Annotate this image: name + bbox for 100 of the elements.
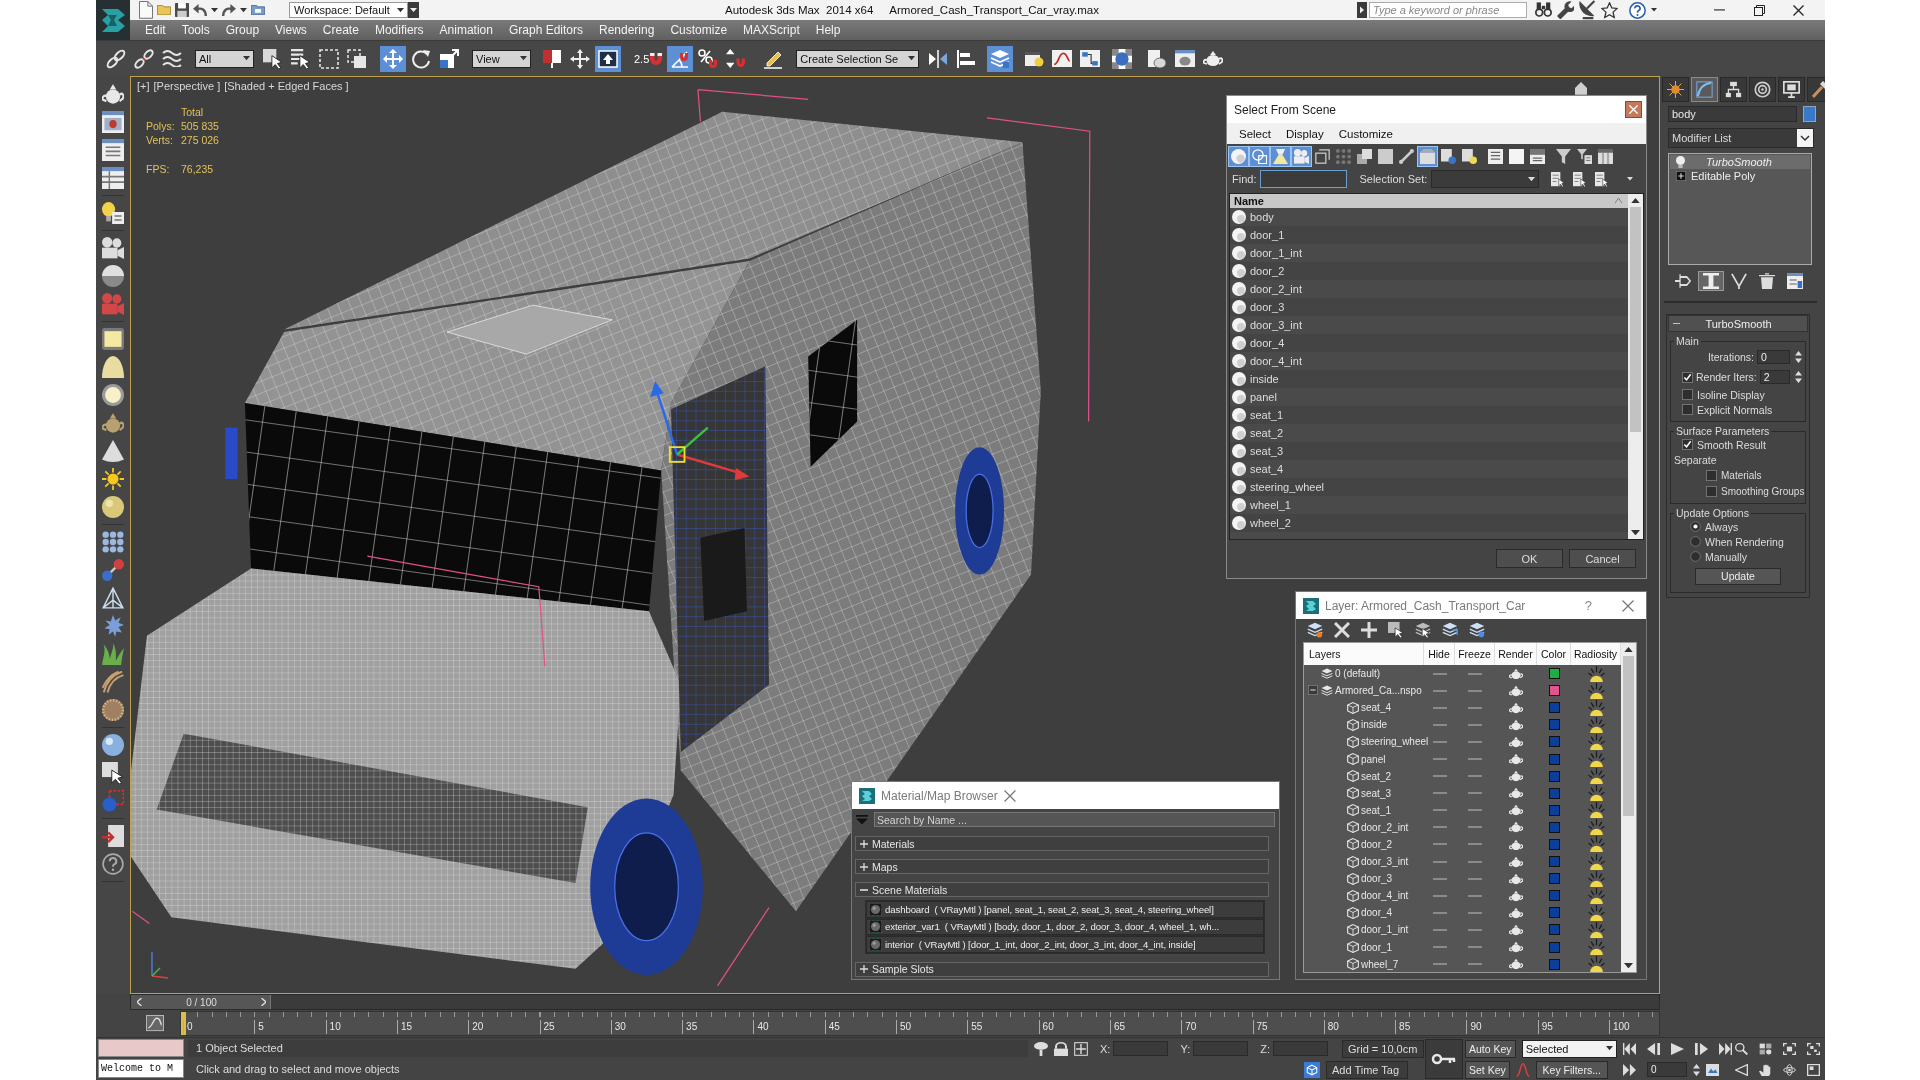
- layer-arrow-icon[interactable]: [1442, 622, 1458, 638]
- teapot-icon[interactable]: [1509, 906, 1523, 919]
- teapot-icon[interactable]: [1509, 804, 1523, 817]
- curve-arc-icon[interactable]: [1691, 77, 1718, 102]
- sun-dome-icon[interactable]: [1587, 956, 1605, 972]
- radio-button[interactable]: [1690, 551, 1701, 562]
- sun-dome-icon[interactable]: [1587, 939, 1605, 956]
- layer-name[interactable]: door_1: [1361, 941, 1393, 953]
- page-arrow-icon[interactable]: [1595, 171, 1610, 187]
- trash-can-icon[interactable]: [1759, 273, 1775, 289]
- menu-item[interactable]: Display: [1285, 127, 1324, 140]
- expand-box-icon[interactable]: [1676, 171, 1686, 181]
- set-key-button[interactable]: Set Key: [1465, 1060, 1510, 1079]
- listener-output[interactable]: Welcome to M: [98, 1059, 184, 1078]
- category-header[interactable]: Materials: [855, 836, 1269, 851]
- listener-input[interactable]: [98, 1039, 184, 1057]
- table-window-icon[interactable]: [102, 167, 124, 189]
- toolbar-dropdown[interactable]: Create Selection Se: [796, 49, 920, 68]
- teapot-icon[interactable]: [1509, 701, 1523, 714]
- frame-field[interactable]: 0: [1647, 1062, 1687, 1077]
- color-swatch-icon[interactable]: [1548, 856, 1560, 868]
- plus-icon[interactable]: [1361, 622, 1377, 638]
- four-way-arrow-icon[interactable]: [380, 45, 406, 72]
- right-chevron-icon[interactable]: [261, 998, 266, 1006]
- sphere-icon[interactable]: [102, 734, 124, 756]
- i-beam-icon[interactable]: [1698, 271, 1724, 291]
- sun-dome-icon[interactable]: [1587, 887, 1605, 904]
- teapot-icon[interactable]: [1509, 958, 1523, 971]
- page-arrow-icon[interactable]: [1573, 171, 1588, 187]
- category-header[interactable]: Sample Slots: [855, 961, 1269, 977]
- layer-name[interactable]: seat_3: [1361, 787, 1392, 799]
- left-chevron-icon[interactable]: [137, 998, 142, 1006]
- color-swatch-icon[interactable]: [1548, 770, 1560, 782]
- checkbox-label[interactable]: Explicit Normals: [1697, 403, 1773, 416]
- close-icon[interactable]: [1793, 4, 1804, 16]
- funnel-icon[interactable]: [1556, 148, 1571, 164]
- crossed-arrows-icon[interactable]: [570, 48, 590, 69]
- teapot-icon[interactable]: [1509, 872, 1523, 885]
- menu-item[interactable]: Group: [217, 20, 268, 40]
- checkbox[interactable]: [1706, 485, 1717, 497]
- menu-item[interactable]: Help: [807, 20, 849, 40]
- menu-item[interactable]: Rendering: [591, 20, 663, 40]
- object-row[interactable]: seat_3: [1230, 442, 1628, 460]
- object-row[interactable]: door_4: [1230, 334, 1628, 352]
- teapot-icon[interactable]: [1509, 787, 1523, 800]
- sun-dome-icon[interactable]: [1587, 819, 1605, 836]
- column-header[interactable]: Hide: [1424, 643, 1455, 665]
- color-swatch-icon[interactable]: [1548, 804, 1560, 816]
- overlapping-squares-icon[interactable]: [347, 48, 367, 69]
- coordinate-field[interactable]: [1273, 1041, 1328, 1056]
- menu-item[interactable]: MAXScript: [735, 20, 808, 40]
- node-graph-icon[interactable]: [1080, 49, 1101, 68]
- key-filters-button[interactable]: Key Filters...: [1535, 1060, 1608, 1079]
- spinner-field[interactable]: 0: [1757, 350, 1790, 364]
- layer-name[interactable]: 0 (default): [1335, 668, 1381, 680]
- object-row[interactable]: door_3: [1230, 298, 1628, 316]
- magnifier-grid-icon[interactable]: [1759, 1042, 1772, 1055]
- coordinate-field[interactable]: [1193, 1041, 1249, 1056]
- modifier-stack-item[interactable]: Editable Poly: [1670, 169, 1810, 183]
- scrollbar-thumb[interactable]: [1623, 656, 1634, 817]
- viewport-menu[interactable]: [Perspective ]: [153, 80, 221, 92]
- color-swatch-icon[interactable]: [1548, 702, 1560, 714]
- checkbox-label[interactable]: Smooth Result: [1697, 438, 1766, 451]
- glowing-disc-icon[interactable]: [102, 384, 124, 406]
- key-icon[interactable]: [1425, 1039, 1464, 1079]
- teapot-icon[interactable]: [1509, 684, 1523, 697]
- blank-page-icon[interactable]: [1509, 148, 1524, 164]
- workspace-dropdown[interactable]: Workspace: Default: [289, 2, 408, 18]
- radio-button[interactable]: [1690, 521, 1701, 532]
- color-swatch-icon[interactable]: [1548, 873, 1560, 885]
- column-header[interactable]: Freeze: [1455, 643, 1495, 665]
- menu-item[interactable]: Customize: [662, 20, 736, 40]
- spinner-arrows-icon[interactable]: [1795, 371, 1802, 383]
- sun-dome-icon[interactable]: [1587, 699, 1605, 716]
- down-arrow-icon[interactable]: [1631, 529, 1640, 535]
- sun-dome-icon[interactable]: [1587, 921, 1605, 938]
- layer-name[interactable]: door_2_int: [1361, 821, 1409, 833]
- checkbox[interactable]: [1682, 439, 1693, 450]
- layer-name[interactable]: seat_1: [1361, 804, 1392, 816]
- teapot-icon[interactable]: [1509, 821, 1523, 834]
- color-swatch-icon[interactable]: [1548, 787, 1560, 799]
- dashed-square-icon[interactable]: [319, 48, 339, 69]
- box-cursor-icon[interactable]: [102, 762, 124, 784]
- object-row[interactable]: seat_1: [1230, 406, 1628, 424]
- sphere-icon[interactable]: [102, 496, 124, 518]
- auto-key-button[interactable]: Auto Key: [1465, 1039, 1516, 1058]
- sun-dome-icon[interactable]: [1587, 682, 1605, 699]
- curve-window-icon[interactable]: [146, 1015, 164, 1032]
- cross-icon[interactable]: [1334, 622, 1350, 638]
- double-triangle-icon[interactable]: [1623, 1063, 1636, 1076]
- hand-icon[interactable]: [1759, 1063, 1772, 1076]
- menu-item[interactable]: Select: [1239, 127, 1271, 140]
- spinner-arrows-icon[interactable]: [1795, 351, 1802, 363]
- full-list-icon[interactable]: [1488, 148, 1503, 164]
- move-gizmo[interactable]: [650, 381, 750, 481]
- color-swatch-icon[interactable]: [1548, 753, 1560, 765]
- teapot-icon[interactable]: [102, 412, 124, 434]
- broken-chain-icon[interactable]: [134, 48, 154, 69]
- layer-name[interactable]: steering_wheel: [1361, 736, 1429, 748]
- menu-item[interactable]: Edit: [137, 20, 174, 40]
